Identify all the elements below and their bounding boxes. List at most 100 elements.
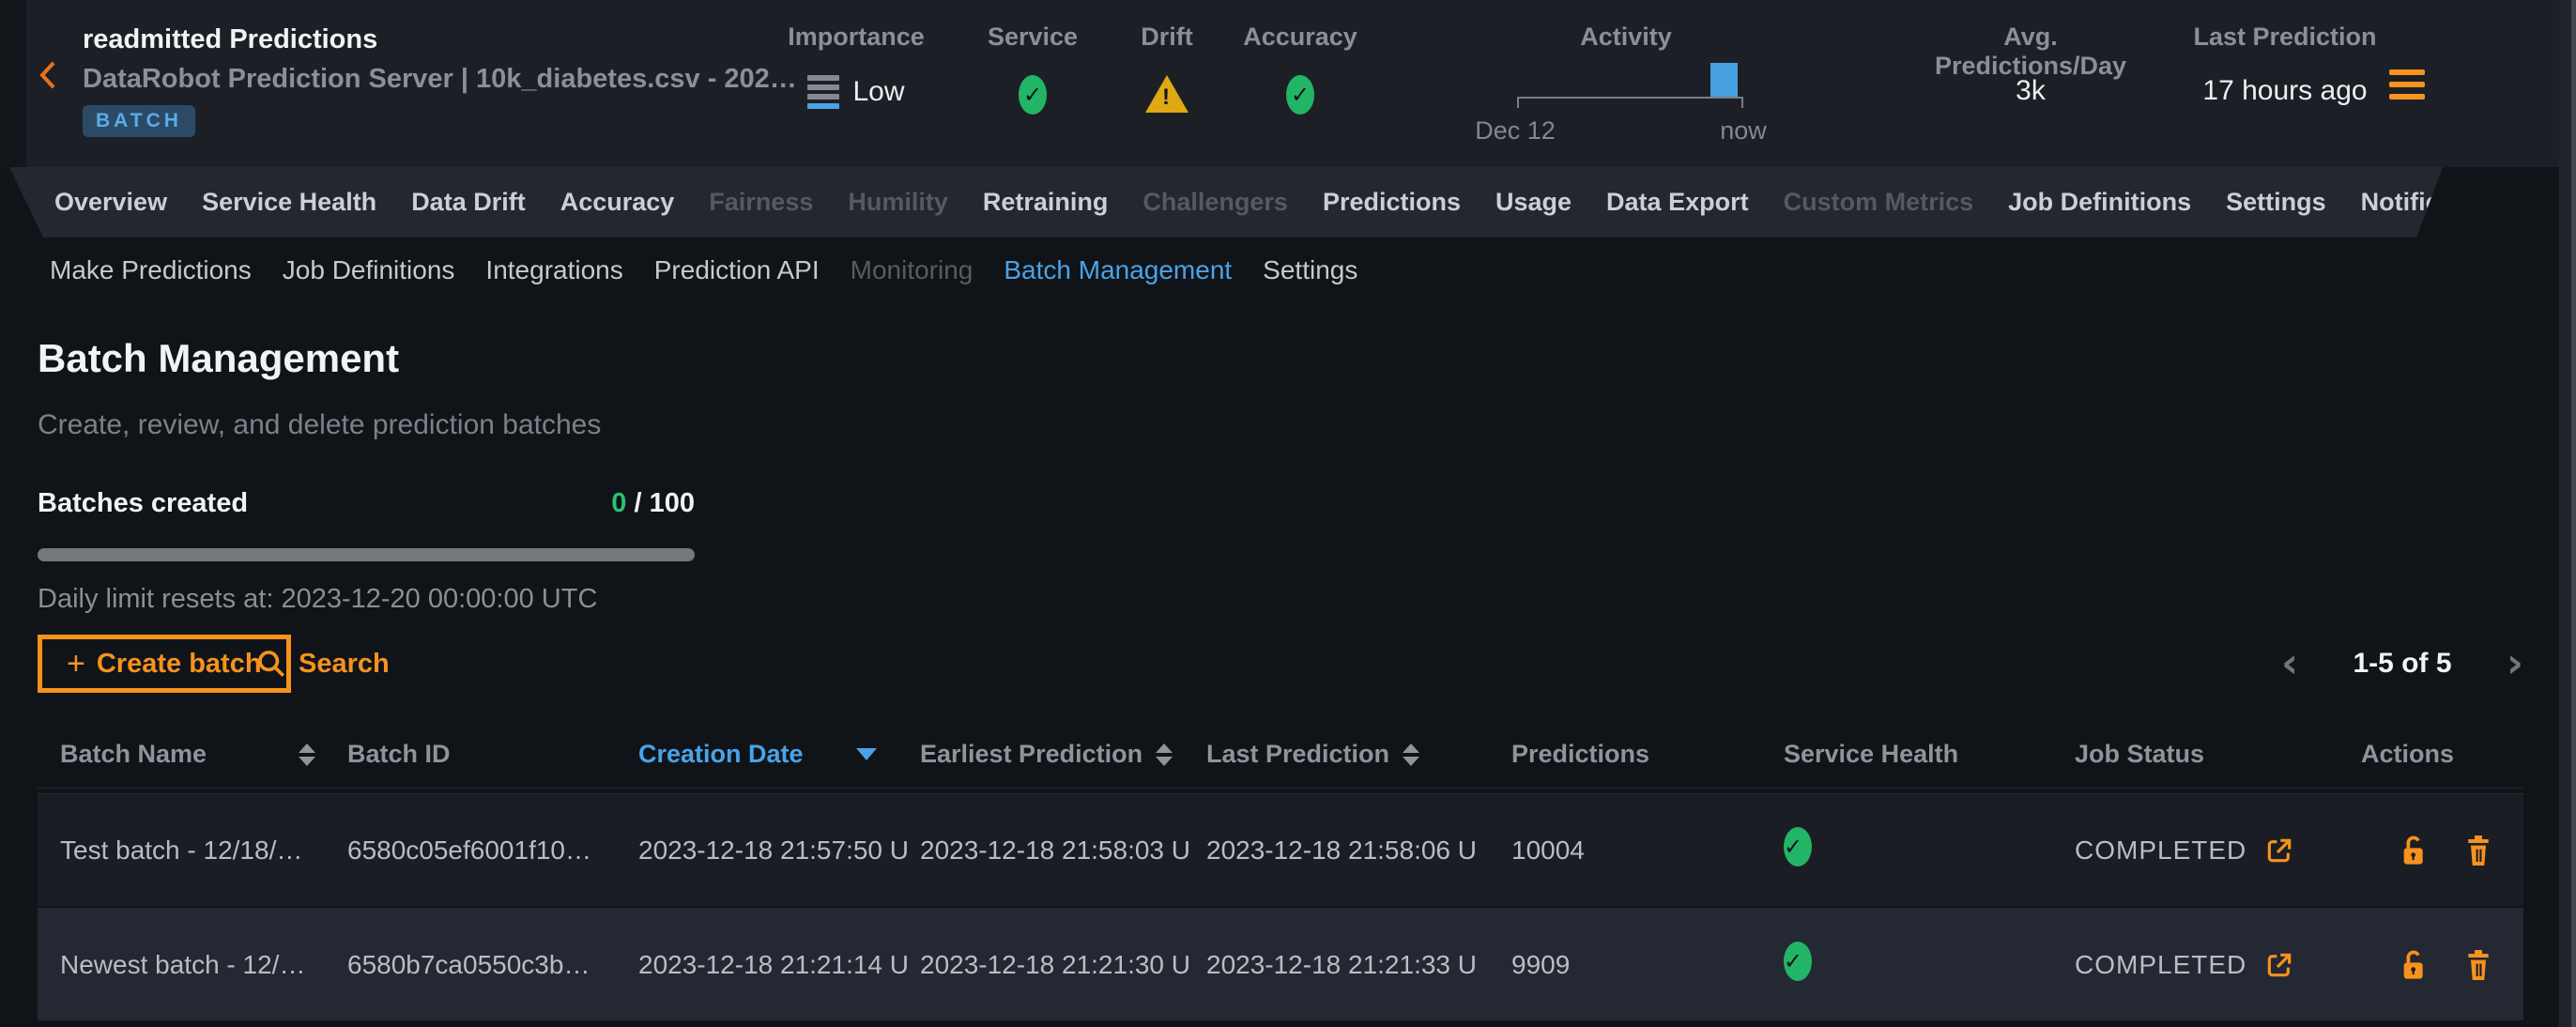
importance-label: Importance [776, 23, 936, 52]
deployment-subtitle: DataRobot Prediction Server | 10k_diabet… [83, 64, 797, 95]
column-batch-id: Batch ID [347, 740, 638, 769]
tab-job-definitions[interactable]: Job Definitions [2008, 188, 2191, 217]
last-prediction-value: 17 hours ago [2178, 75, 2392, 107]
quota-total: 100 [650, 488, 695, 518]
subtab-batch-management[interactable]: Batch Management [1004, 255, 1232, 285]
tab-usage[interactable]: Usage [1495, 188, 1572, 217]
metric-service: Service [976, 0, 1089, 167]
main-tab-bar: Overview Service Health Data Drift Accur… [0, 167, 2576, 238]
batch-badge: BATCH [83, 105, 195, 137]
activity-range-start: Dec 12 [1475, 116, 1556, 146]
activity-sparkline [1517, 62, 1743, 108]
subtab-prediction-api[interactable]: Prediction API [654, 255, 820, 285]
column-last-prediction[interactable]: Last Prediction [1206, 740, 1511, 769]
column-earliest-prediction[interactable]: Earliest Prediction [920, 740, 1206, 769]
subtab-settings[interactable]: Settings [1263, 255, 1357, 285]
avg-predictions-label: Avg. Predictions/Day [1915, 23, 2146, 81]
drift-warning-icon [1145, 75, 1188, 113]
metric-last-prediction: Last Prediction 17 hours ago [2178, 0, 2392, 167]
deployment-title: readmitted Predictions [83, 24, 377, 55]
subtab-integrations[interactable]: Integrations [485, 255, 622, 285]
metric-accuracy: Accuracy [1232, 0, 1369, 167]
sort-icon[interactable] [299, 743, 315, 766]
tab-challengers: Challengers [1142, 188, 1288, 217]
table-row[interactable]: Test batch - 12/18/… 6580c05ef6001f10… 2… [38, 793, 2523, 906]
search-label: Search [299, 649, 390, 680]
tab-settings[interactable]: Settings [2226, 188, 2326, 217]
open-job-external-link-icon[interactable] [2263, 947, 2295, 983]
column-service-health: Service Health [1784, 740, 2075, 769]
quota-used: 0 [611, 488, 626, 518]
tab-overview[interactable]: Overview [54, 188, 167, 217]
batch-management-screen: readmitted Predictions DataRobot Predict… [0, 0, 2576, 1027]
cell-batch-id: 6580b7ca0550c3b… [347, 950, 638, 980]
search-button[interactable]: Search [246, 635, 399, 693]
table-row[interactable]: Newest batch - 12/… 6580b7ca0550c3b… 202… [38, 908, 2523, 1020]
cell-service-health [1784, 942, 2075, 988]
tab-data-export[interactable]: Data Export [1606, 188, 1749, 217]
open-job-external-link-icon[interactable] [2263, 833, 2295, 868]
cell-batch-name: Test batch - 12/18/… [38, 835, 347, 866]
tab-humility: Humility [848, 188, 948, 217]
sort-desc-icon[interactable] [856, 748, 877, 760]
lock-icon[interactable] [2397, 947, 2429, 983]
metric-drift: Drift [1120, 0, 1214, 167]
drift-label: Drift [1120, 23, 1214, 52]
column-job-status: Job Status [2075, 740, 2361, 769]
cell-last-prediction: 2023-12-18 21:21:33 U [1206, 950, 1511, 980]
importance-value: Low [852, 76, 904, 108]
column-batch-name[interactable]: Batch Name [38, 740, 347, 769]
column-actions: Actions [2361, 740, 2523, 769]
tab-predictions[interactable]: Predictions [1323, 188, 1461, 217]
activity-range-end: now [1720, 116, 1767, 146]
vertical-scrollbar[interactable] [2559, 0, 2576, 1027]
pagination: ‹ 1-5 of 5 › [2281, 635, 2523, 693]
hamburger-menu-icon[interactable] [2389, 69, 2425, 100]
cell-actions [2361, 833, 2523, 868]
tab-fairness: Fairness [709, 188, 813, 217]
avg-predictions-value: 3k [1915, 75, 2146, 107]
tab-retraining[interactable]: Retraining [983, 188, 1109, 217]
cell-job-status: COMPLETED [2075, 833, 2361, 868]
subtab-make-predictions[interactable]: Make Predictions [50, 255, 252, 285]
cell-predictions: 9909 [1511, 950, 1784, 980]
tab-notifications[interactable]: Notifications [2361, 188, 2515, 217]
tab-service-health[interactable]: Service Health [202, 188, 376, 217]
quota-reset-note: Daily limit resets at: 2023-12-20 00:00:… [38, 584, 597, 615]
pagination-prev-icon[interactable]: ‹ [2281, 643, 2298, 684]
cell-creation-date: 2023-12-18 21:57:50 U [638, 835, 920, 866]
left-edge-strip [0, 0, 26, 167]
accuracy-ok-icon [1286, 75, 1314, 115]
create-batch-label: Create batch [97, 649, 262, 680]
scrollbar-thumb[interactable] [2571, 0, 2576, 1027]
service-label: Service [976, 23, 1089, 52]
cell-last-prediction: 2023-12-18 21:58:06 U [1206, 835, 1511, 866]
metric-avg-predictions: Avg. Predictions/Day 3k [1915, 0, 2146, 167]
tab-accuracy[interactable]: Accuracy [560, 188, 675, 217]
batch-table-header: Batch Name Batch ID Creation Date Earlie… [38, 721, 2523, 789]
search-icon [255, 648, 287, 680]
sort-icon[interactable] [1156, 743, 1173, 766]
pagination-next-icon[interactable]: › [2507, 643, 2523, 684]
lock-icon[interactable] [2397, 833, 2429, 868]
tab-data-drift[interactable]: Data Drift [411, 188, 526, 217]
column-creation-date[interactable]: Creation Date [638, 740, 920, 769]
subtab-job-definitions[interactable]: Job Definitions [283, 255, 455, 285]
cell-creation-date: 2023-12-18 21:21:14 U [638, 950, 920, 980]
cell-actions [2361, 947, 2523, 983]
sort-icon[interactable] [1403, 743, 1419, 766]
importance-bars-icon [807, 75, 839, 109]
quota-count: 0 / 100 [38, 488, 695, 519]
page-title: Batch Management [38, 336, 399, 381]
cell-job-status: COMPLETED [2075, 947, 2361, 983]
trash-icon[interactable] [2462, 833, 2494, 868]
predictions-sub-nav: Make Predictions Job Definitions Integra… [50, 255, 1357, 285]
metric-importance: Importance Low [776, 0, 936, 167]
cell-service-health [1784, 827, 2075, 873]
cell-earliest-prediction: 2023-12-18 21:21:30 U [920, 950, 1206, 980]
back-icon[interactable] [34, 58, 62, 92]
cell-batch-id: 6580c05ef6001f10… [347, 835, 638, 866]
trash-icon[interactable] [2462, 947, 2494, 983]
cell-earliest-prediction: 2023-12-18 21:58:03 U [920, 835, 1206, 866]
cell-batch-name: Newest batch - 12/… [38, 950, 347, 980]
